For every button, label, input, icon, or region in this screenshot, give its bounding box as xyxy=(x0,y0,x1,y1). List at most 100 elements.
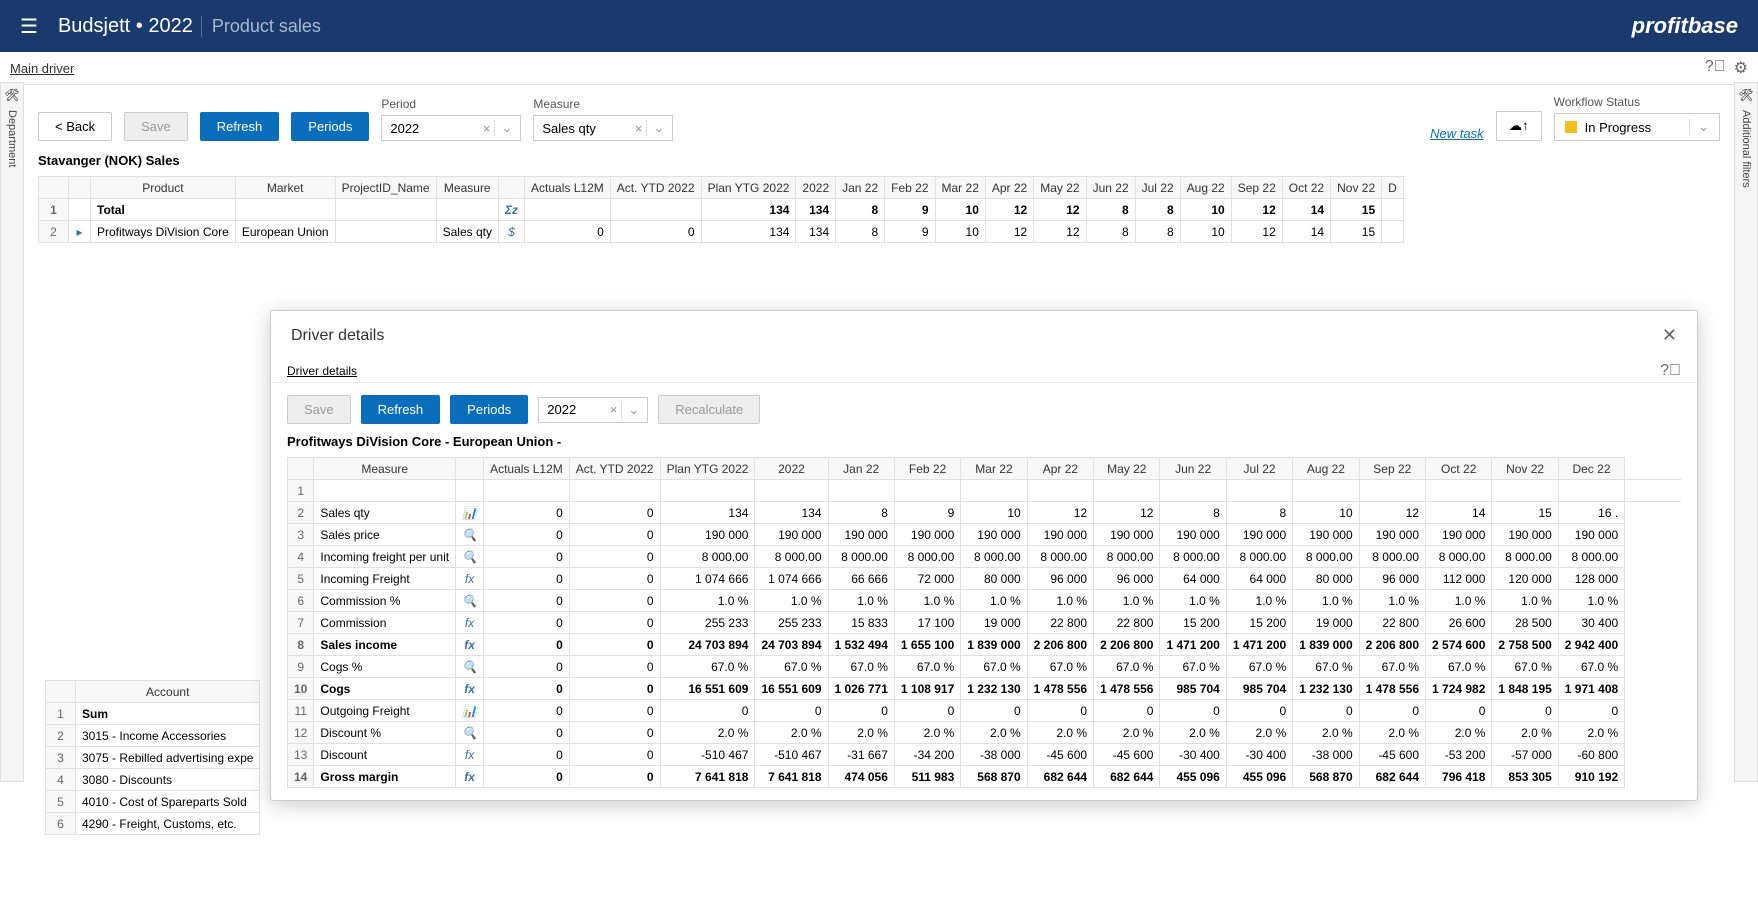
formula-icon: 🔍 xyxy=(456,590,484,612)
table-row[interactable]: 5Incoming Freightfx001 074 6661 074 6666… xyxy=(288,568,1682,590)
formula-icon: 🔍 xyxy=(456,524,484,546)
workflow-status[interactable]: In Progress ⌄ xyxy=(1554,113,1720,141)
back-button[interactable]: < Back xyxy=(38,112,112,141)
account-grid[interactable]: Account1Sum23015 - Income Accessories330… xyxy=(45,680,265,835)
modal-refresh-button[interactable]: Refresh xyxy=(361,395,441,424)
col-header[interactable]: Jun 22 xyxy=(1086,177,1135,199)
col-header[interactable]: Jul 22 xyxy=(1135,177,1180,199)
col-header[interactable]: May 22 xyxy=(1034,177,1086,199)
col-header[interactable]: 2022 xyxy=(796,177,836,199)
chevron-down-icon[interactable]: ⌄ xyxy=(1689,119,1709,135)
col-header[interactable] xyxy=(69,177,91,199)
cloud-upload-button[interactable]: ☁↑ xyxy=(1496,111,1542,141)
col-header[interactable]: Feb 22 xyxy=(885,177,935,199)
table-row[interactable]: 14Gross marginfx007 641 8187 641 818474 … xyxy=(288,766,1682,788)
col-header[interactable]: Plan YTG 2022 xyxy=(660,458,755,480)
col-header[interactable]: Feb 22 xyxy=(894,458,960,480)
table-row[interactable]: 12Discount %🔍002.0 %2.0 %2.0 %2.0 %2.0 %… xyxy=(288,722,1682,744)
col-header[interactable]: Act. YTD 2022 xyxy=(610,177,701,199)
modal-tab[interactable]: Driver details xyxy=(287,360,357,382)
close-icon[interactable]: ✕ xyxy=(1662,325,1677,346)
periods-button[interactable]: Periods xyxy=(291,112,369,141)
table-row[interactable]: 2▸Profitways DiVision CoreEuropean Union… xyxy=(39,221,1404,243)
table-row[interactable]: 7Commissionfx00255 233255 23315 83317 10… xyxy=(288,612,1682,634)
settings-icon[interactable]: ⚙ xyxy=(1734,58,1748,78)
driver-details-grid[interactable]: Measure Actuals L12MAct. YTD 2022Plan YTG… xyxy=(287,457,1681,788)
col-header[interactable]: Actuals L12M xyxy=(484,458,570,480)
col-header[interactable]: Account xyxy=(76,681,260,703)
table-row[interactable]: 9Cogs %🔍0067.0 %67.0 %67.0 %67.0 %67.0 %… xyxy=(288,656,1682,678)
table-row[interactable]: 54010 - Cost of Spareparts Sold xyxy=(46,791,260,813)
table-row[interactable]: 13Discountfx00-510 467-510 467-31 667-34… xyxy=(288,744,1682,766)
col-header[interactable]: Plan YTG 2022 xyxy=(701,177,796,199)
table-row[interactable]: 4Incoming freight per unit🔍008 000.008 0… xyxy=(288,546,1682,568)
modal-year-select[interactable]: 2022 × ⌄ xyxy=(538,397,648,423)
modal-periods-button[interactable]: Periods xyxy=(450,395,528,424)
table-row[interactable]: 2Sales qty📊0013413489101212881012141516 … xyxy=(288,502,1682,524)
col-header[interactable]: May 22 xyxy=(1094,458,1160,480)
col-header[interactable]: Aug 22 xyxy=(1293,458,1359,480)
col-header[interactable]: Measure xyxy=(436,177,498,199)
col-header[interactable]: Market xyxy=(235,177,335,199)
menu-icon[interactable]: ☰ xyxy=(20,14,38,39)
left-rail[interactable]: 🛠 Department xyxy=(0,82,24,782)
table-row[interactable]: 23015 - Income Accessories xyxy=(46,725,260,747)
chevron-down-icon[interactable]: ⌄ xyxy=(494,120,512,136)
clear-icon[interactable]: × xyxy=(606,402,622,417)
chevron-down-icon[interactable]: ⌄ xyxy=(621,402,639,418)
col-header[interactable] xyxy=(498,177,524,199)
col-header[interactable]: ProjectID_Name xyxy=(335,177,436,199)
col-header[interactable]: 2022 xyxy=(755,458,828,480)
table-row[interactable]: 33075 - Rebilled advertising expe xyxy=(46,747,260,769)
col-header[interactable]: Dec 22 xyxy=(1558,458,1624,480)
table-row[interactable]: 1TotalΣz134134891012128810121415 xyxy=(39,199,1404,221)
page-subtitle: Product sales xyxy=(201,16,321,37)
col-header[interactable]: Mar 22 xyxy=(961,458,1027,480)
col-header[interactable]: Aug 22 xyxy=(1180,177,1231,199)
col-header[interactable]: Sep 22 xyxy=(1231,177,1282,199)
col-header[interactable]: Mar 22 xyxy=(935,177,985,199)
formula-icon: fx xyxy=(456,612,484,634)
help-icon[interactable]: ?⃝ xyxy=(1660,362,1681,380)
help-icon[interactable]: ?⃝ xyxy=(1705,58,1726,78)
period-select[interactable]: 2022 × ⌄ xyxy=(381,115,521,141)
main-grid[interactable]: ProductMarketProjectID_NameMeasure Actual… xyxy=(38,176,1720,243)
col-header[interactable]: Act. YTD 2022 xyxy=(569,458,660,480)
col-header[interactable]: D xyxy=(1382,177,1404,199)
col-header[interactable]: Oct 22 xyxy=(1282,177,1330,199)
col-header[interactable]: Actuals L12M xyxy=(525,177,611,199)
clear-icon[interactable]: × xyxy=(479,121,495,136)
col-header[interactable] xyxy=(456,458,484,480)
table-row[interactable]: 8Sales incomefx0024 703 89424 703 8941 5… xyxy=(288,634,1682,656)
col-header[interactable] xyxy=(39,177,69,199)
table-row[interactable]: 3Sales price🔍00190 000190 000190 000190 … xyxy=(288,524,1682,546)
col-header[interactable]: Jan 22 xyxy=(836,177,885,199)
col-header[interactable]: Apr 22 xyxy=(1027,458,1093,480)
col-header[interactable]: Oct 22 xyxy=(1426,458,1492,480)
table-row[interactable]: 10Cogsfx0016 551 60916 551 6091 026 7711… xyxy=(288,678,1682,700)
refresh-button[interactable]: Refresh xyxy=(200,112,280,141)
measure-select[interactable]: Sales qty × ⌄ xyxy=(533,115,673,141)
col-header[interactable]: Nov 22 xyxy=(1492,458,1558,480)
col-header[interactable]: Jul 22 xyxy=(1226,458,1292,480)
col-header[interactable]: Jun 22 xyxy=(1160,458,1226,480)
col-header[interactable]: Apr 22 xyxy=(985,177,1033,199)
col-header[interactable]: Jan 22 xyxy=(828,458,894,480)
table-row[interactable]: 11Outgoing Freight📊0000000000000000 xyxy=(288,700,1682,722)
right-rail[interactable]: 🛠 Additional filters xyxy=(1734,82,1758,782)
col-header[interactable]: Product xyxy=(91,177,236,199)
col-header[interactable] xyxy=(288,458,314,480)
save-button: Save xyxy=(124,112,188,141)
col-header[interactable]: Sep 22 xyxy=(1359,458,1425,480)
table-row[interactable]: 6Commission %🔍001.0 %1.0 %1.0 %1.0 %1.0 … xyxy=(288,590,1682,612)
tab-main-driver[interactable]: Main driver xyxy=(10,61,74,76)
table-row[interactable]: 1 xyxy=(288,480,1682,502)
chevron-down-icon[interactable]: ⌄ xyxy=(646,120,664,136)
clear-icon[interactable]: × xyxy=(631,121,647,136)
table-row[interactable]: 1Sum xyxy=(46,703,260,725)
table-row[interactable]: 43080 - Discounts xyxy=(46,769,260,791)
new-task-link[interactable]: New task xyxy=(1430,126,1483,141)
table-row[interactable]: 64290 - Freight, Customs, etc. xyxy=(46,813,260,835)
col-header[interactable]: Measure xyxy=(314,458,456,480)
col-header[interactable]: Nov 22 xyxy=(1331,177,1382,199)
